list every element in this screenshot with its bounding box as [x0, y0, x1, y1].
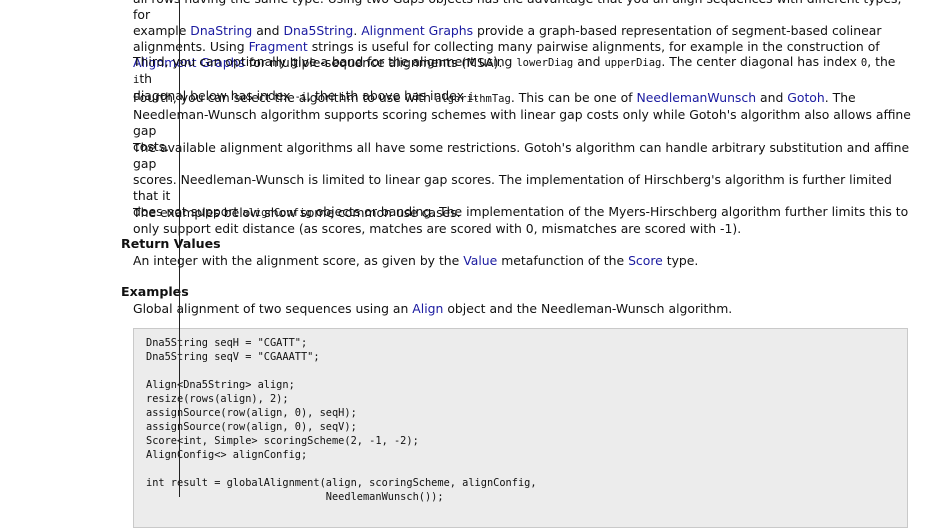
text-line: only support edit distance (as scores, m…: [133, 221, 742, 236]
text-line: Needleman-Wunsch algorithm supports scor…: [133, 107, 911, 138]
link-align[interactable]: Align: [412, 301, 443, 316]
link-alignment-graphs[interactable]: Alignment Graphs: [361, 23, 473, 38]
code-lowerdiag: lowerDiag: [516, 57, 574, 69]
code-line: resize(rows(align), 2);: [146, 393, 289, 405]
code-line: AlignConfig<> alignConfig;: [146, 449, 308, 461]
code-example-text: Dna5String seqH = "CGATT"; Dna5String seq…: [134, 329, 907, 504]
code-line: assignSource(row(align, 0), seqV);: [146, 421, 357, 433]
text-line: alignments. Using Fragment strings is us…: [133, 39, 880, 54]
text-line: example DnaString and Dna5String. Alignm…: [133, 23, 882, 38]
link-dnastring[interactable]: DnaString: [190, 23, 252, 38]
code-line: int result = globalAlignment(align, scor…: [146, 477, 537, 489]
link-dna5string[interactable]: Dna5String: [283, 23, 353, 38]
code-example-block: Dna5String seqH = "CGATT"; Dna5String seq…: [133, 328, 908, 528]
link-fragment[interactable]: Fragment: [249, 39, 308, 54]
text-line: Third, you can optionally give a band fo…: [133, 54, 896, 86]
code-line: Dna5String seqV = "CGAAATT";: [146, 351, 320, 363]
paragraph-examples-intro: The examples below show some common use …: [133, 205, 461, 220]
paragraph-restrictions: The available alignment algorithms all h…: [133, 140, 913, 237]
link-needlemanwunsch[interactable]: NeedlemanWunsch: [636, 90, 756, 105]
text-line: Fourth, you can select the algorithm to …: [133, 90, 856, 105]
text-line: scores. Needleman-Wunsch is limited to l…: [133, 172, 892, 203]
paragraph-examples: Global alignment of two sequences using …: [133, 301, 733, 316]
code-line: Dna5String seqH = "CGATT";: [146, 337, 308, 349]
code-line: NeedlemanWunsch());: [146, 491, 444, 503]
code-line: Align<Dna5String> align;: [146, 379, 295, 391]
heading-return-values: Return Values: [121, 236, 221, 251]
code-line: Score<int, Simple> scoringScheme(2, -1, …: [146, 435, 419, 447]
code-upperdiag: upperDiag: [604, 57, 662, 69]
link-score[interactable]: Score: [628, 253, 663, 268]
link-value[interactable]: Value: [463, 253, 497, 268]
text-line: The available alignment algorithms all h…: [133, 140, 910, 171]
link-gotoh[interactable]: Gotoh: [787, 90, 824, 105]
paragraph-return-values: An integer with the alignment score, as …: [133, 253, 699, 268]
code-algorithmtag: algorithmTag: [434, 93, 511, 105]
text-line: all rows having the same type. Using two…: [133, 0, 901, 22]
text-cursor-line: [179, 0, 180, 497]
code-line: assignSource(row(align, 0), seqH);: [146, 407, 357, 419]
